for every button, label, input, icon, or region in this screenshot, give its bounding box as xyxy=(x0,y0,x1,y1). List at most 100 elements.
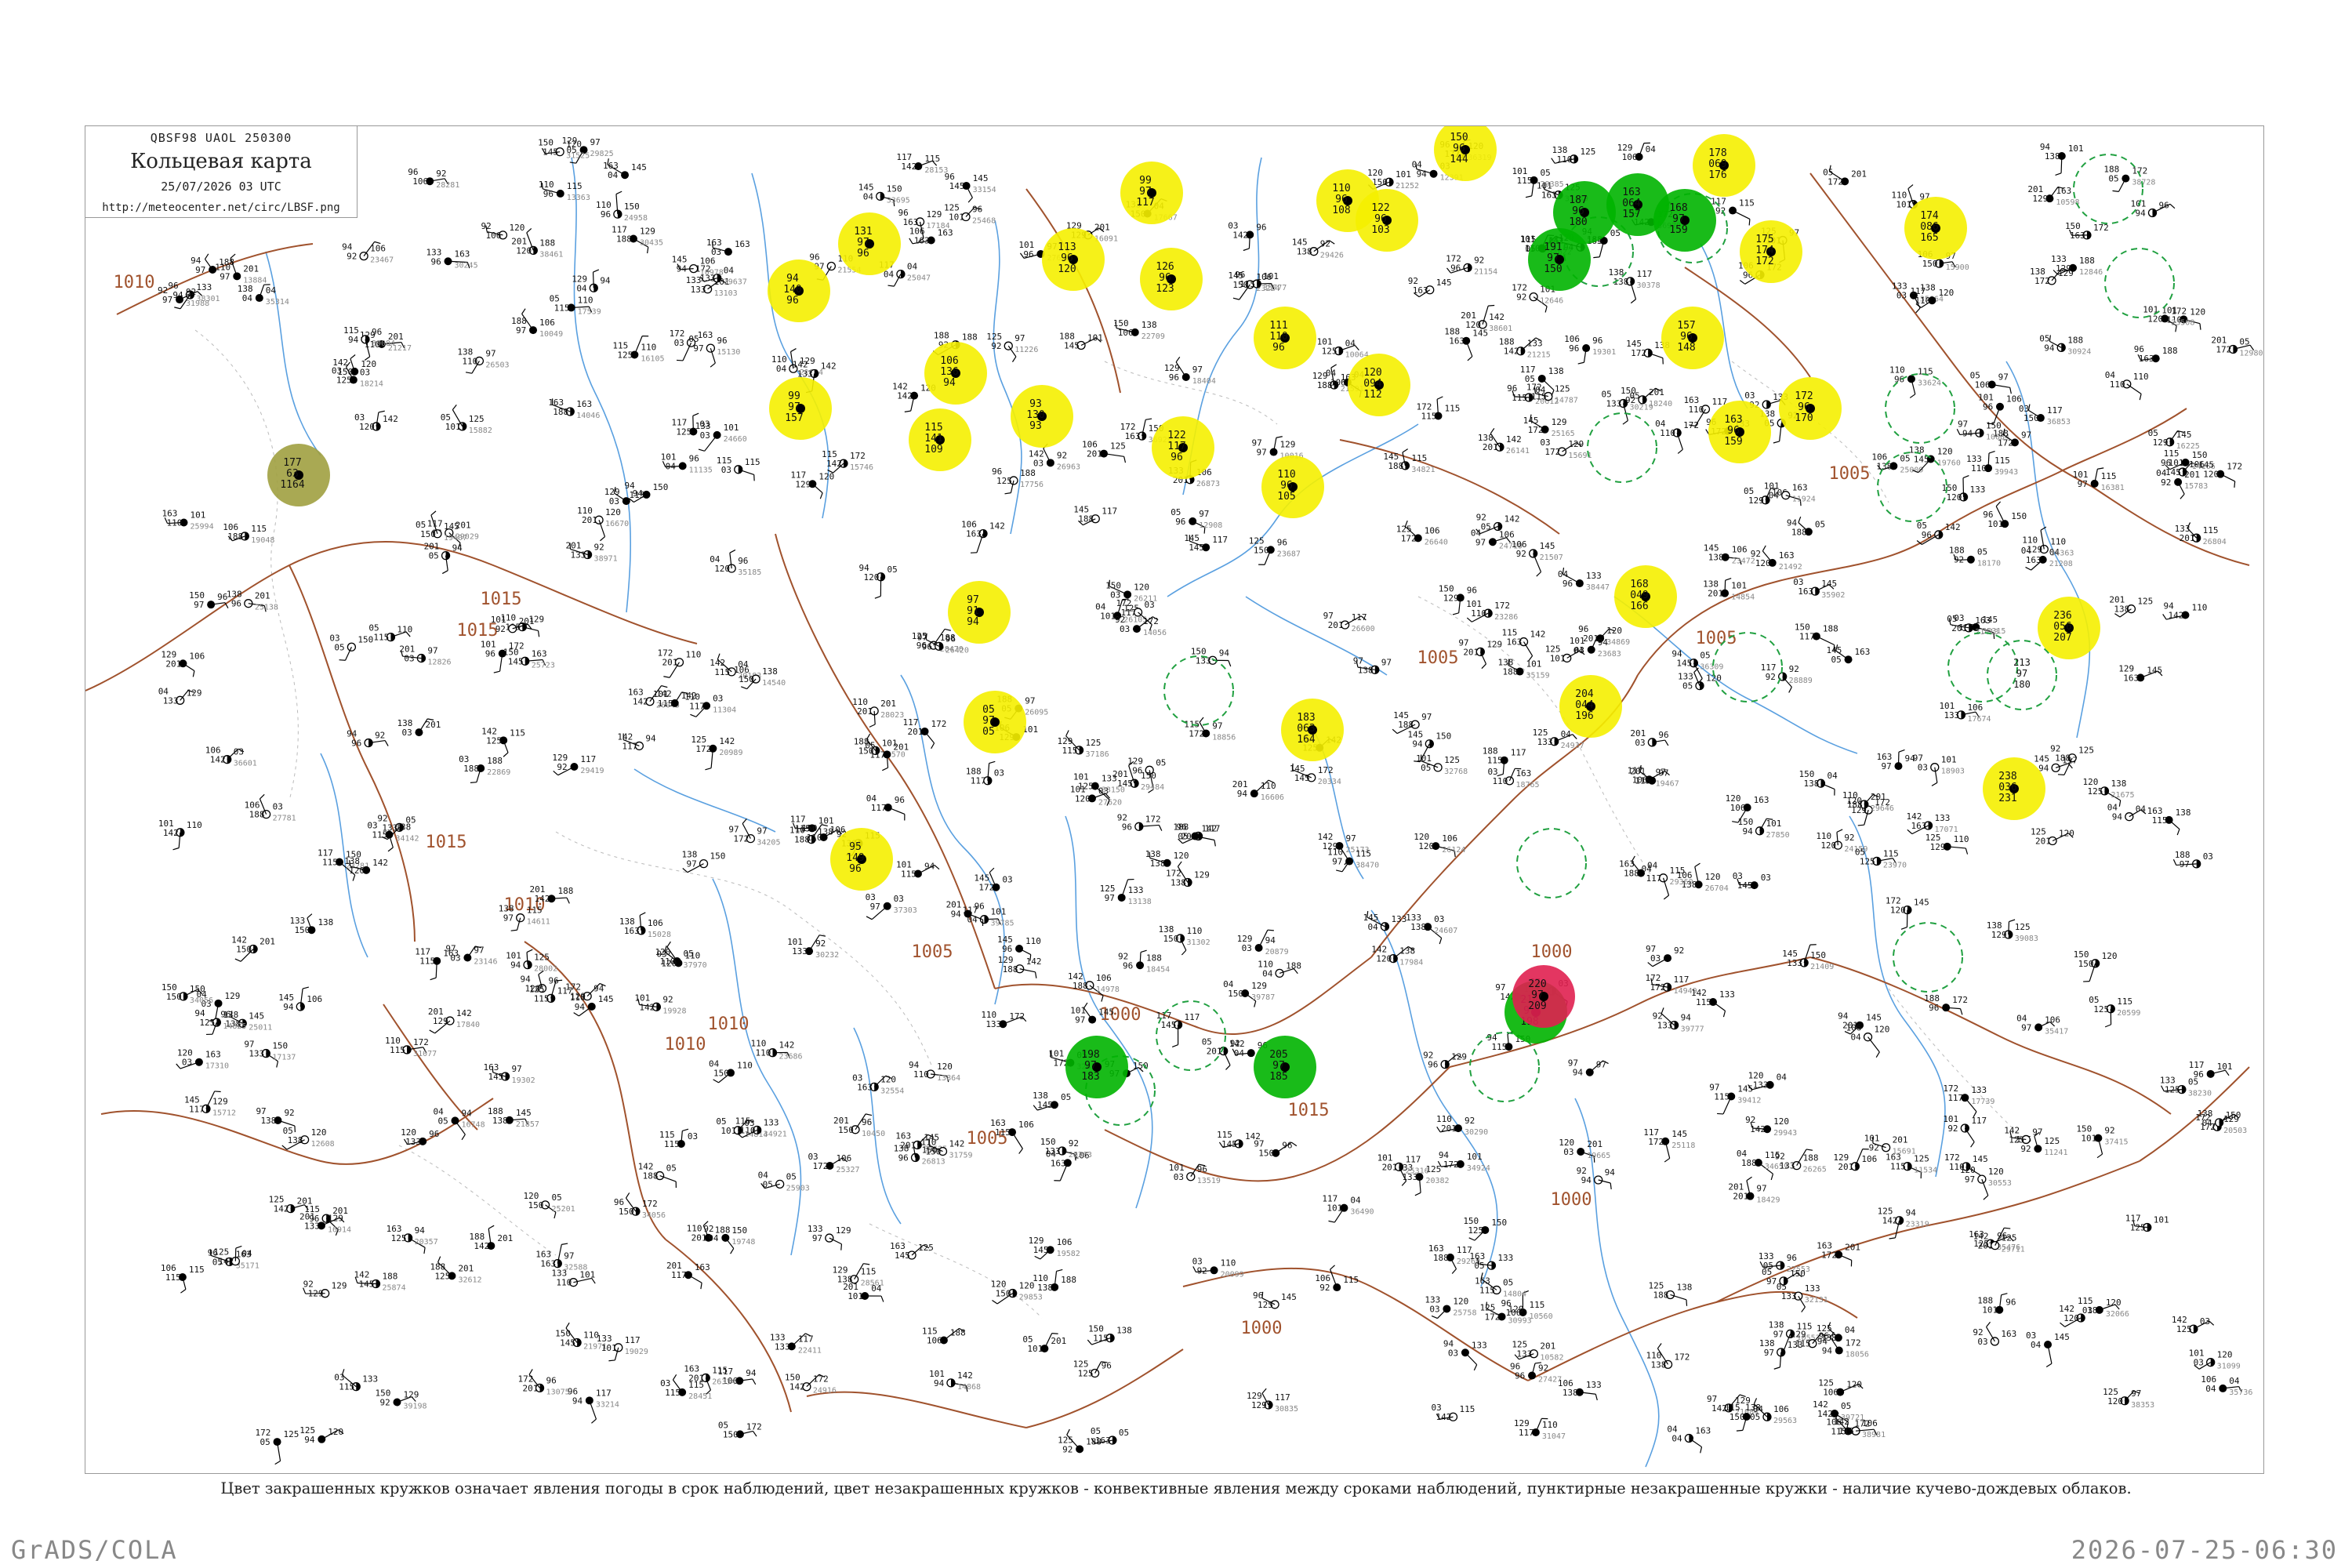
station-plot: 11020112016670 xyxy=(577,506,629,542)
station-value: 205 xyxy=(1269,1049,1287,1061)
svg-text:172: 172 xyxy=(1189,728,1204,739)
svg-text:163: 163 xyxy=(914,236,930,246)
svg-text:150: 150 xyxy=(236,945,252,955)
yellow-weather-station: 9414096 xyxy=(768,260,830,322)
svg-text:172: 172 xyxy=(813,1374,829,1385)
svg-text:142: 142 xyxy=(826,459,842,469)
svg-text:94: 94 xyxy=(951,909,962,920)
svg-text:24937: 24937 xyxy=(1561,742,1584,750)
svg-text:110: 110 xyxy=(167,517,183,528)
svg-text:129: 129 xyxy=(2056,263,2071,274)
svg-text:30290: 30290 xyxy=(1465,1128,1488,1137)
svg-text:145: 145 xyxy=(1161,1020,1177,1030)
svg-text:03: 03 xyxy=(994,768,1004,779)
station-plot: 04133129 xyxy=(158,686,202,706)
svg-text:129: 129 xyxy=(1552,417,1567,427)
svg-text:117: 117 xyxy=(871,803,887,813)
station-value: 063 xyxy=(1297,723,1315,735)
svg-text:97: 97 xyxy=(1257,448,1267,458)
svg-text:120: 120 xyxy=(2203,470,2219,480)
svg-text:94: 94 xyxy=(1219,648,1230,658)
svg-text:115: 115 xyxy=(1517,176,1533,186)
svg-text:110: 110 xyxy=(913,1069,929,1080)
svg-text:129: 129 xyxy=(795,479,811,489)
green-weather-station: 20597185 xyxy=(1254,1036,1316,1098)
svg-text:150: 150 xyxy=(294,925,310,935)
svg-text:125: 125 xyxy=(1860,856,1875,866)
svg-text:30245: 30245 xyxy=(454,261,477,270)
svg-text:172: 172 xyxy=(1145,814,1161,824)
station-plot: 05150172 xyxy=(718,1420,762,1439)
svg-text:172: 172 xyxy=(1401,533,1417,543)
border-line xyxy=(1104,361,1278,425)
svg-text:201: 201 xyxy=(893,742,909,752)
svg-text:138: 138 xyxy=(1150,858,1166,869)
station-value: 174 xyxy=(1920,210,1939,222)
svg-text:03: 03 xyxy=(182,1058,192,1068)
svg-text:129: 129 xyxy=(640,226,655,236)
svg-text:115: 115 xyxy=(1240,279,1255,289)
station-value: 94 xyxy=(967,616,979,628)
footer-timestamp: 2026-07-25-06:30 xyxy=(2071,1535,2338,1565)
svg-text:94: 94 xyxy=(593,984,604,994)
svg-text:142: 142 xyxy=(1530,630,1546,640)
station-plot: 96163188 xyxy=(2134,344,2178,364)
svg-text:31077: 31077 xyxy=(413,1050,437,1058)
svg-text:96: 96 xyxy=(429,1129,439,1139)
station-plot: 14511712915712 xyxy=(184,1091,236,1117)
svg-text:31099: 31099 xyxy=(2217,1363,2241,1371)
svg-text:145: 145 xyxy=(598,994,614,1004)
station-plot: 201138125 xyxy=(2109,595,2153,618)
station-plot: 05101201 xyxy=(1022,1333,1066,1354)
svg-text:96: 96 xyxy=(601,209,611,220)
svg-text:163: 163 xyxy=(1754,795,1769,805)
station-value: 96 xyxy=(849,863,862,875)
svg-text:201: 201 xyxy=(1845,1242,1860,1252)
station-value: 122 xyxy=(1167,430,1185,441)
svg-text:97: 97 xyxy=(1332,857,1342,867)
station-plot: 969411733214 xyxy=(568,1386,619,1424)
svg-text:145: 145 xyxy=(543,147,558,158)
station-plot: 12012010626124 xyxy=(1414,832,1465,858)
svg-text:96: 96 xyxy=(1169,372,1179,383)
station-plot: 1251429423319 xyxy=(1878,1207,1929,1240)
svg-text:188: 188 xyxy=(2067,335,2083,345)
svg-text:115: 115 xyxy=(745,457,760,467)
station-plot: 129201106 xyxy=(161,649,205,677)
svg-text:115: 115 xyxy=(665,1388,681,1398)
svg-text:120: 120 xyxy=(1988,1167,2004,1177)
svg-text:150: 150 xyxy=(996,1289,1011,1299)
svg-text:110: 110 xyxy=(1542,1420,1558,1430)
station-plot: 92129129 xyxy=(303,1279,347,1299)
svg-text:03: 03 xyxy=(688,1131,698,1142)
svg-text:110: 110 xyxy=(2050,537,2066,547)
svg-text:35777: 35777 xyxy=(1263,284,1287,292)
svg-text:117: 117 xyxy=(189,1104,205,1114)
svg-text:34924: 34924 xyxy=(1467,1164,1490,1173)
svg-text:26640: 26640 xyxy=(1425,538,1448,546)
station-plot: 04150110 xyxy=(709,1058,753,1083)
svg-text:125: 125 xyxy=(434,1271,450,1281)
svg-text:92: 92 xyxy=(1516,292,1526,303)
svg-text:172: 172 xyxy=(1318,765,1334,775)
station-plot: 18896172 xyxy=(1924,993,1968,1015)
station-plot: 129188142 xyxy=(998,955,1042,978)
station-value: 96 xyxy=(1572,205,1584,217)
svg-text:125: 125 xyxy=(2093,1004,2109,1014)
svg-text:04: 04 xyxy=(576,283,587,293)
svg-text:38971: 38971 xyxy=(594,555,618,564)
svg-text:12908: 12908 xyxy=(1199,521,1222,530)
svg-text:110: 110 xyxy=(684,950,700,960)
isobar xyxy=(806,1391,1027,1428)
station-value: 148 xyxy=(1677,342,1695,354)
svg-text:115: 115 xyxy=(1512,393,1527,403)
svg-text:120: 120 xyxy=(1508,1304,1524,1314)
station-plot: 0510112515882 xyxy=(441,404,492,435)
station-value: 177 xyxy=(283,457,301,469)
isobar-label: 1000 xyxy=(1531,942,1573,962)
svg-text:163: 163 xyxy=(532,648,547,659)
svg-text:05: 05 xyxy=(666,1163,677,1174)
svg-text:03: 03 xyxy=(1650,953,1661,964)
svg-text:10598: 10598 xyxy=(2056,198,2079,207)
svg-text:97: 97 xyxy=(1014,333,1025,343)
